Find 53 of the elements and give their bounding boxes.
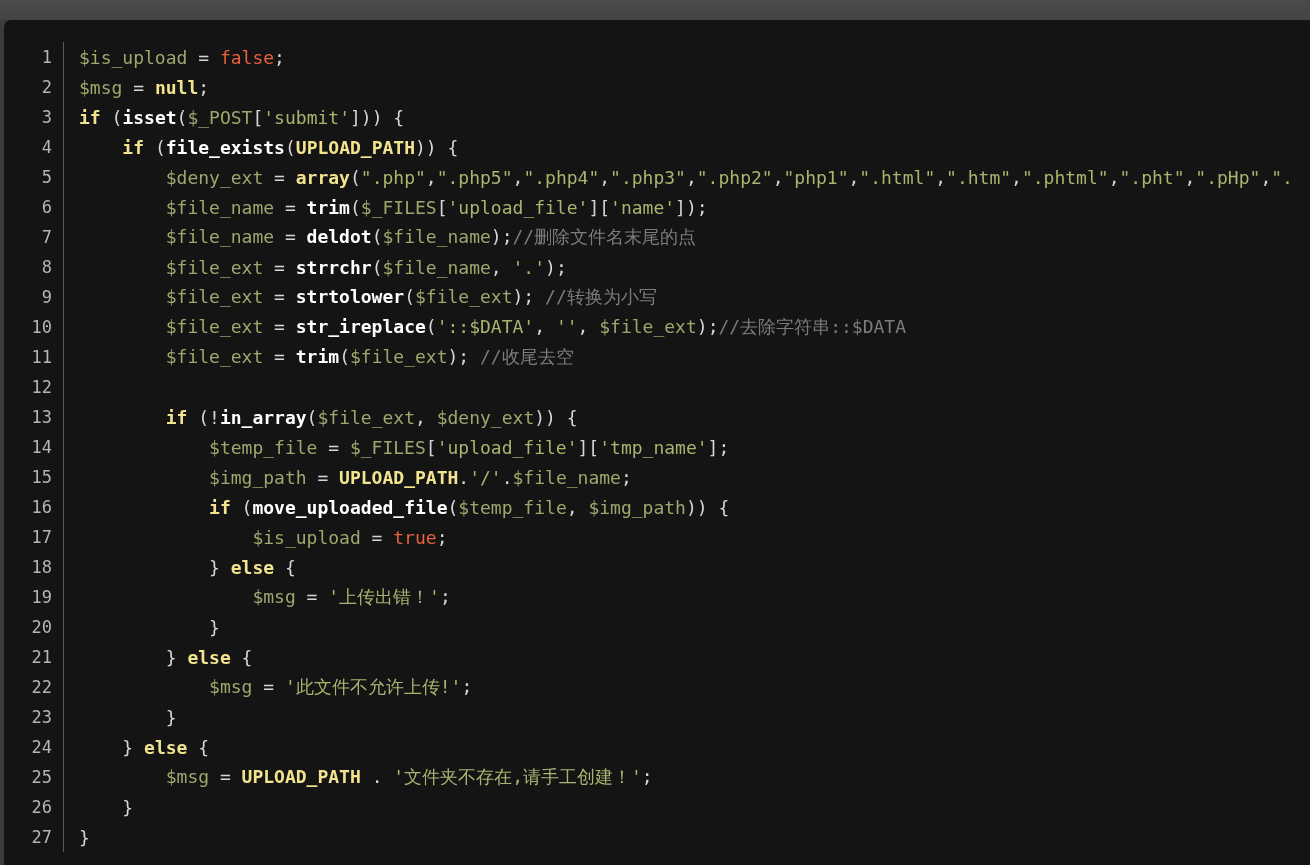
line-number: 17	[30, 527, 52, 547]
code-line: $msg = '此文件不允许上传!';	[209, 675, 473, 699]
line-number: 21	[30, 647, 52, 667]
line-number: 24	[30, 737, 52, 757]
line-number: 15	[30, 467, 52, 487]
code-line: $file_name = deldot($file_name);//删除文件名末尾的点	[165, 225, 697, 249]
code-line: $file_ext = strrchr($file_name, '.');	[165, 256, 567, 278]
line-number: 6	[40, 197, 52, 217]
line-number: 22	[30, 677, 52, 697]
code-line: $file_ext = trim($file_ext); //收尾去空	[165, 345, 574, 369]
code-line: if (file_exists(UPLOAD_PATH)) {	[122, 136, 459, 158]
code-line: if (isset($_POST['submit'])) {	[79, 106, 405, 128]
code-line: $msg = '上传出错！';	[252, 585, 451, 609]
line-number: 7	[40, 227, 52, 247]
code-line: $file_ext = str_ireplace('::$DATA', '', $file_ext);//去除字符串::$DATA	[165, 315, 907, 339]
line-number: 18	[30, 557, 52, 577]
line-number: 1	[40, 47, 52, 67]
code-line: $file_ext = strtolower($file_ext); //转换为小写	[165, 285, 657, 309]
line-number: 16	[30, 497, 52, 517]
code-line: }	[209, 616, 220, 638]
line-number: 23	[30, 707, 52, 727]
line-number: 4	[40, 137, 52, 157]
code-line: $is_upload = true;	[252, 526, 448, 548]
line-number: 9	[40, 287, 52, 307]
code-line: } else {	[209, 556, 296, 578]
code-line: } else {	[165, 646, 253, 668]
code-line: }	[165, 706, 177, 728]
line-number: 13	[30, 407, 52, 427]
line-number: 5	[40, 167, 52, 187]
code-line: $deny_ext = array(".php",".php5",".php4",".php3",".php2","php1",".html",".htm",".phtml",".pht",".pHp",".	[165, 166, 1293, 188]
line-number: 14	[30, 437, 52, 457]
code-line: $temp_file = $_FILES['upload_file']['tmp_name'];	[209, 436, 730, 458]
line-number: 2	[40, 77, 52, 97]
line-number: 11	[30, 347, 52, 367]
line-number: 19	[30, 587, 52, 607]
line-number: 3	[40, 107, 52, 127]
code-line: if (!in_array($file_ext, $deny_ext)) {	[165, 406, 578, 428]
line-number: 27	[30, 827, 52, 847]
code-line: }	[79, 826, 90, 848]
code-line: $is_upload = false;	[79, 46, 285, 68]
code-line: $msg = null;	[79, 76, 210, 98]
code-line: } else {	[122, 736, 210, 758]
code-line: $file_name = trim($_FILES['upload_file']['name']);	[165, 196, 708, 218]
code-line: if (move_uploaded_file($temp_file, $img_path)) {	[209, 496, 730, 518]
line-number: 26	[30, 797, 52, 817]
code-line: $img_path = UPLOAD_PATH.'/'.$file_name;	[209, 466, 632, 488]
line-number: 12	[30, 377, 52, 397]
code-line: }	[122, 796, 134, 818]
line-number: 8	[40, 257, 52, 277]
line-number: 10	[30, 317, 52, 337]
code-line: $msg = UPLOAD_PATH . '文件夹不存在,请手工创建！';	[165, 765, 653, 789]
line-number: 20	[30, 617, 52, 637]
line-number: 25	[30, 767, 52, 787]
